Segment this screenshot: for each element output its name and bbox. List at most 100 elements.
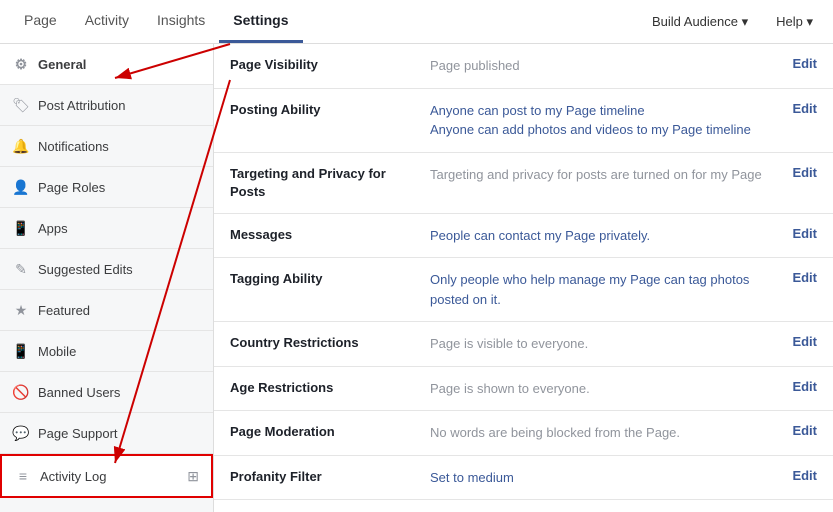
top-nav: PageActivityInsightsSettings Build Audie… xyxy=(0,0,833,44)
settings-content: Page VisibilityPage publishedEditPosting… xyxy=(214,44,833,512)
edit-link[interactable]: Edit xyxy=(792,165,817,180)
settings-key: Targeting and Privacy for Posts xyxy=(230,165,430,201)
settings-key: Age Restrictions xyxy=(230,379,430,397)
edit-link[interactable]: Edit xyxy=(792,270,817,285)
settings-value: Targeting and privacy for posts are turn… xyxy=(430,165,767,185)
settings-row: Tagging AbilityOnly people who help mana… xyxy=(214,258,833,322)
sidebar-label: Featured xyxy=(38,303,201,318)
sidebar-label: Page Roles xyxy=(38,180,201,195)
sidebar-icon: 🚫 xyxy=(12,383,30,401)
settings-row: Profanity FilterSet to medium Edit xyxy=(214,456,833,501)
settings-value: Page published xyxy=(430,56,767,76)
nav-tab-activity[interactable]: Activity xyxy=(71,0,143,43)
settings-edit-button[interactable]: Edit xyxy=(767,165,817,180)
settings-edit-button[interactable]: Edit xyxy=(767,226,817,241)
sidebar-label: Activity Log xyxy=(40,469,179,484)
settings-row: Similar Page SuggestionsChoose whether y… xyxy=(214,500,833,512)
settings-edit-button[interactable]: Edit xyxy=(767,56,817,71)
settings-row: Posting AbilityAnyone can post to my Pag… xyxy=(214,89,833,153)
sidebar-item-mobile[interactable]: 📱 Mobile xyxy=(0,331,213,372)
edit-link[interactable]: Edit xyxy=(792,56,817,71)
settings-value: Set to medium xyxy=(430,468,767,488)
sidebar-icon: 📱 xyxy=(12,219,30,237)
settings-edit-button[interactable]: Edit xyxy=(767,270,817,285)
sidebar-item-post-attribution[interactable]: 🏷 Post Attribution xyxy=(0,85,213,126)
edit-link[interactable]: Edit xyxy=(792,101,817,116)
settings-key: Posting Ability xyxy=(230,101,430,119)
edit-link[interactable]: Edit xyxy=(792,334,817,349)
settings-value-text: Anyone can add photos and videos to my P… xyxy=(430,122,751,137)
settings-row: Targeting and Privacy for PostsTargeting… xyxy=(214,153,833,214)
settings-value-text: Targeting and privacy for posts are turn… xyxy=(430,167,762,182)
nav-btn-help--[interactable]: Help ▾ xyxy=(766,8,823,36)
nav-tab-settings[interactable]: Settings xyxy=(219,0,302,43)
settings-key: Messages xyxy=(230,226,430,244)
settings-value: Page is visible to everyone. xyxy=(430,334,767,354)
export-icon[interactable]: ⊞ xyxy=(187,468,199,485)
sidebar-icon: 📱 xyxy=(12,342,30,360)
settings-value-text: No words are being blocked from the Page… xyxy=(430,425,680,440)
settings-value: People can contact my Page privately. xyxy=(430,226,767,246)
edit-link[interactable]: Edit xyxy=(792,226,817,241)
settings-key: Country Restrictions xyxy=(230,334,430,352)
sidebar-label: Apps xyxy=(38,221,201,236)
settings-edit-button[interactable]: Edit xyxy=(767,423,817,438)
sidebar-item-suggested-edits[interactable]: ✎ Suggested Edits xyxy=(0,249,213,290)
main-layout: ⚙General 🏷 Post Attribution 🔔 Notifications 👤… xyxy=(0,44,833,512)
settings-value: Only people who help manage my Page can … xyxy=(430,270,767,309)
settings-value: No words are being blocked from the Page… xyxy=(430,423,767,443)
settings-rows: Page VisibilityPage publishedEditPosting… xyxy=(214,44,833,512)
settings-value-text: Set to medium xyxy=(430,470,514,485)
sidebar-icon: ⚙ xyxy=(12,55,30,73)
settings-value-text: Page published xyxy=(430,58,520,73)
settings-key: Tagging Ability xyxy=(230,270,430,288)
nav-btn-build-audience--[interactable]: Build Audience ▾ xyxy=(642,8,758,36)
sidebar-item-banned-users[interactable]: 🚫Banned Users xyxy=(0,372,213,413)
sidebar-icon: ★ xyxy=(12,301,30,319)
sidebar-label: Mobile xyxy=(38,344,201,359)
sidebar-item-apps[interactable]: 📱 Apps xyxy=(0,208,213,249)
sidebar-item-general[interactable]: ⚙General xyxy=(0,44,213,85)
settings-edit-button[interactable]: Edit xyxy=(767,468,817,483)
edit-link[interactable]: Edit xyxy=(792,468,817,483)
sidebar-icon: 🔔 xyxy=(12,137,30,155)
settings-value: Anyone can post to my Page timeline Anyon… xyxy=(430,101,767,140)
settings-value: Page is shown to everyone. xyxy=(430,379,767,399)
settings-row: Age RestrictionsPage is shown to everyon… xyxy=(214,367,833,412)
sidebar-label: Page Support xyxy=(38,426,201,441)
settings-key: Page Moderation xyxy=(230,423,430,441)
nav-tab-insights[interactable]: Insights xyxy=(143,0,219,43)
settings-row: Page ModerationNo words are being blocke… xyxy=(214,411,833,456)
settings-value-text: People can contact my Page privately. xyxy=(430,228,650,243)
sidebar-label: Notifications xyxy=(38,139,201,154)
settings-value-text: Anyone can post to my Page timeline xyxy=(430,103,645,118)
nav-tabs: PageActivityInsightsSettings xyxy=(10,0,303,43)
sidebar: ⚙General 🏷 Post Attribution 🔔 Notifications 👤… xyxy=(0,44,214,512)
settings-edit-button[interactable]: Edit xyxy=(767,334,817,349)
settings-row: Page VisibilityPage published Edit xyxy=(214,44,833,89)
sidebar-item-featured[interactable]: ★ Featured xyxy=(0,290,213,331)
nav-right-buttons: Build Audience ▾ Help ▾ xyxy=(642,8,823,36)
settings-row: MessagesPeople can contact my Page priva… xyxy=(214,214,833,259)
sidebar-item-notifications[interactable]: 🔔 Notifications xyxy=(0,126,213,167)
edit-link[interactable]: Edit xyxy=(792,379,817,394)
settings-key: Page Visibility xyxy=(230,56,430,74)
sidebar-item-page-support[interactable]: 💬 Page Support xyxy=(0,413,213,454)
edit-link[interactable]: Edit xyxy=(792,423,817,438)
sidebar-item-page-roles[interactable]: 👤 Page Roles xyxy=(0,167,213,208)
sidebar-icon: 👤 xyxy=(12,178,30,196)
sidebar-icon: 💬 xyxy=(12,424,30,442)
sidebar-icon: ✎ xyxy=(12,260,30,278)
settings-edit-button[interactable]: Edit xyxy=(767,101,817,116)
sidebar-icon: ≡ xyxy=(14,467,32,485)
settings-edit-button[interactable]: Edit xyxy=(767,379,817,394)
settings-value-text: Page is visible to everyone. xyxy=(430,336,588,351)
sidebar-icon: 🏷 xyxy=(12,96,30,114)
nav-tab-page[interactable]: Page xyxy=(10,0,71,43)
settings-value-text: Only people who help manage my Page can … xyxy=(430,272,749,307)
settings-value-text: Page is shown to everyone. xyxy=(430,381,590,396)
sidebar-label: Suggested Edits xyxy=(38,262,201,277)
sidebar-label: Post Attribution xyxy=(38,98,201,113)
settings-key: Profanity Filter xyxy=(230,468,430,486)
sidebar-item-activity-log[interactable]: ≡ Activity Log ⊞ xyxy=(0,454,213,498)
